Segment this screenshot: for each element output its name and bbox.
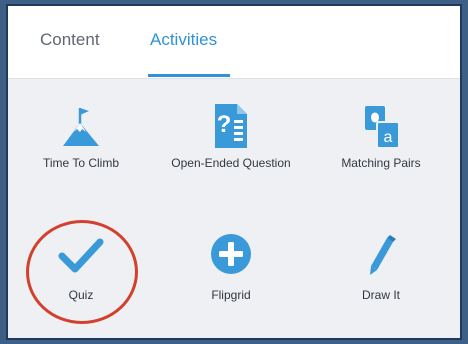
activity-draw-it[interactable]: Draw It	[306, 232, 456, 332]
activity-label: Flipgrid	[211, 288, 251, 302]
quiz-highlight-circle	[26, 220, 138, 324]
activity-time-to-climb[interactable]: Time To Climb	[8, 100, 156, 200]
plus-circle-icon	[211, 234, 251, 274]
pencil-icon	[370, 235, 396, 275]
active-tab-indicator	[148, 74, 230, 77]
activity-open-ended-question[interactable]: ? Open-Ended Question	[156, 100, 306, 200]
activity-label: Time To Climb	[42, 156, 119, 170]
svg-text:?: ?	[217, 111, 232, 138]
tab-activities[interactable]: Activities	[150, 30, 217, 50]
mountain-flag-icon	[63, 108, 99, 146]
tab-content[interactable]: Content	[40, 30, 100, 50]
activity-picker-panel: Content Activities Time To Climb ? Open-…	[6, 4, 462, 340]
tab-bar: Content Activities	[8, 6, 460, 79]
activity-matching-pairs[interactable]: a Matching Pairs	[306, 100, 456, 200]
question-doc-icon: ?	[215, 104, 247, 148]
activity-label: Open-Ended Question	[171, 156, 291, 170]
matching-cards-icon: a	[365, 106, 400, 149]
activity-label: Matching Pairs	[341, 156, 421, 170]
svg-text:a: a	[384, 129, 393, 146]
activity-label: Draw It	[361, 288, 400, 302]
activity-flipgrid[interactable]: Flipgrid	[156, 232, 306, 332]
